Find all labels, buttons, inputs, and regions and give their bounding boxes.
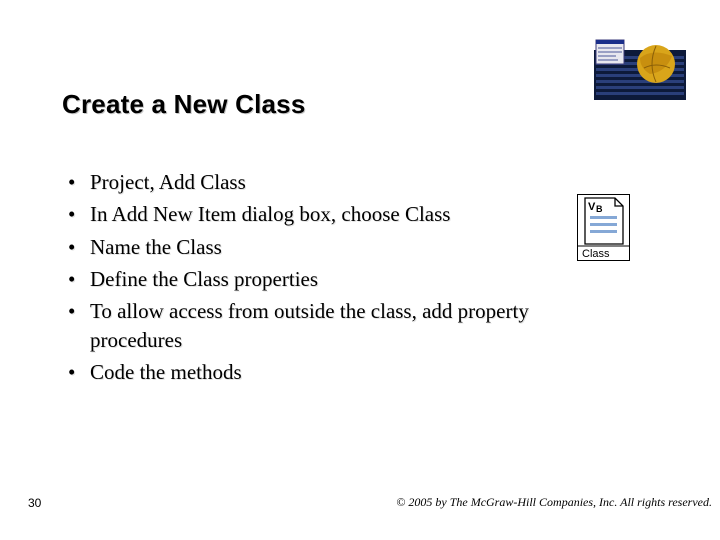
list-item: In Add New Item dialog box, choose Class bbox=[62, 200, 562, 228]
list-item: Define the Class properties bbox=[62, 265, 562, 293]
vb-tag-label: V bbox=[588, 201, 596, 213]
vb-class-file-icon: V B Class bbox=[577, 194, 630, 261]
list-item: To allow access from outside the class, … bbox=[62, 297, 562, 354]
list-item: Code the methods bbox=[62, 358, 562, 386]
bullet-list: Project, Add Class In Add New Item dialo… bbox=[62, 168, 562, 390]
list-item: Project, Add Class bbox=[62, 168, 562, 196]
vb-tag-label: B bbox=[596, 204, 603, 214]
class-icon-caption: Class bbox=[582, 248, 610, 260]
copyright-notice: © 2005 by The McGraw-Hill Companies, Inc… bbox=[292, 495, 712, 510]
list-item: Name the Class bbox=[62, 233, 562, 261]
header-illustration bbox=[594, 38, 686, 100]
slide: Create a New Class Project, Add Class In… bbox=[0, 0, 720, 540]
page-number: 30 bbox=[28, 496, 41, 510]
slide-title: Create a New Class bbox=[62, 89, 306, 120]
